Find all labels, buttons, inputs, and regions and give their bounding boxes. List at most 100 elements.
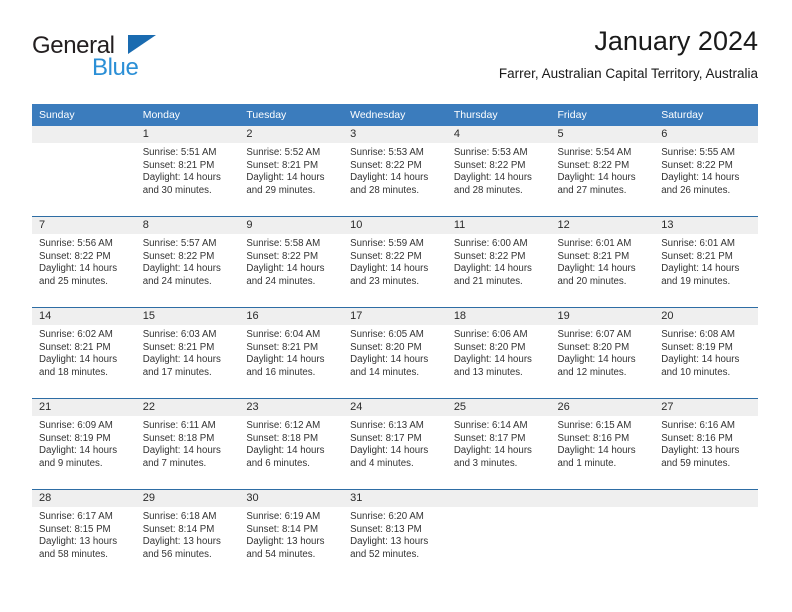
sunrise-text: Sunrise: 6:11 AM	[142, 420, 216, 431]
day-number: 9	[239, 217, 344, 234]
day-number: 4	[446, 126, 551, 143]
sunrise-text: Sunrise: 6:14 AM	[453, 420, 528, 431]
day-cell[interactable]: 3 Sunrise: 5:53 AM Sunset: 8:22 PM Dayli…	[343, 126, 447, 217]
day-cell[interactable]	[550, 489, 655, 580]
day-cell[interactable]: 10 Sunrise: 5:59 AM Sunset: 8:22 PM Dayl…	[343, 216, 447, 308]
daylight-text-line2: and 1 minute.	[557, 457, 617, 469]
day-cell[interactable]: 19 Sunrise: 6:07 AM Sunset: 8:20 PM Dayl…	[550, 307, 655, 399]
day-cell[interactable]: 26 Sunrise: 6:15 AM Sunset: 8:16 PM Dayl…	[550, 398, 655, 490]
sunrise-text: Sunrise: 6:16 AM	[661, 420, 735, 431]
day-details: Sunrise: 6:18 AM Sunset: 8:14 PM Dayligh…	[136, 507, 240, 561]
daylight-text-line2: and 28 minutes.	[350, 184, 420, 196]
daylight-text-line2: and 23 minutes.	[350, 275, 420, 287]
daylight-text-line2: and 59 minutes.	[661, 457, 731, 469]
day-cell[interactable]: 4 Sunrise: 5:53 AM Sunset: 8:22 PM Dayli…	[446, 126, 551, 217]
day-cell[interactable]: 12 Sunrise: 6:01 AM Sunset: 8:21 PM Dayl…	[550, 216, 655, 308]
day-cell[interactable]	[32, 126, 136, 217]
day-details: Sunrise: 6:04 AM Sunset: 8:21 PM Dayligh…	[239, 325, 343, 379]
day-cell[interactable]: 29 Sunrise: 6:18 AM Sunset: 8:14 PM Dayl…	[135, 489, 240, 580]
day-details: Sunrise: 6:02 AM Sunset: 8:21 PM Dayligh…	[32, 325, 136, 379]
page-header: General Blue January 2024 Farrer, Austra…	[32, 24, 758, 96]
day-details: Sunrise: 6:06 AM Sunset: 8:20 PM Dayligh…	[447, 325, 551, 379]
day-cell[interactable]: 9 Sunrise: 5:58 AM Sunset: 8:22 PM Dayli…	[239, 216, 344, 308]
daylight-text-line1: Daylight: 14 hours	[39, 445, 118, 457]
day-cell[interactable]: 2 Sunrise: 5:52 AM Sunset: 8:21 PM Dayli…	[239, 126, 344, 217]
daylight-text-line1: Daylight: 13 hours	[39, 536, 118, 548]
sunset-text: Sunset: 8:16 PM	[661, 432, 733, 444]
sunrise-text: Sunrise: 5:53 AM	[350, 147, 424, 158]
daylight-text-line2: and 29 minutes.	[246, 184, 316, 196]
day-cell[interactable]: 5 Sunrise: 5:54 AM Sunset: 8:22 PM Dayli…	[550, 126, 655, 217]
day-cell[interactable]: 21 Sunrise: 6:09 AM Sunset: 8:19 PM Dayl…	[32, 398, 136, 490]
day-cell[interactable]: 6 Sunrise: 5:55 AM Sunset: 8:22 PM Dayli…	[654, 126, 758, 217]
day-details: Sunrise: 5:53 AM Sunset: 8:22 PM Dayligh…	[343, 143, 447, 197]
daylight-text-line2: and 25 minutes.	[39, 275, 108, 287]
day-cell[interactable]	[654, 489, 758, 580]
daylight-text-line2: and 28 minutes.	[453, 184, 523, 196]
sunset-text: Sunset: 8:17 PM	[350, 432, 422, 444]
day-cell[interactable]: 7 Sunrise: 5:56 AM Sunset: 8:22 PM Dayli…	[32, 216, 136, 308]
day-cell[interactable]: 22 Sunrise: 6:11 AM Sunset: 8:18 PM Dayl…	[135, 398, 240, 490]
daylight-text-line1: Daylight: 14 hours	[557, 263, 636, 275]
daylight-text-line1: Daylight: 14 hours	[661, 354, 740, 366]
day-details	[447, 507, 551, 511]
sunset-text: Sunset: 8:21 PM	[142, 341, 215, 353]
day-cell[interactable]: 27 Sunrise: 6:16 AM Sunset: 8:16 PM Dayl…	[654, 398, 758, 490]
daylight-text-line2: and 24 minutes.	[142, 275, 212, 287]
sunrise-text: Sunrise: 5:56 AM	[39, 238, 113, 249]
daylight-text-line1: Daylight: 14 hours	[246, 445, 325, 457]
sunrise-text: Sunrise: 6:13 AM	[350, 420, 424, 431]
day-cell[interactable]: 23 Sunrise: 6:12 AM Sunset: 8:18 PM Dayl…	[239, 398, 344, 490]
sunrise-text: Sunrise: 6:19 AM	[246, 511, 321, 522]
day-number: 23	[239, 399, 344, 416]
day-number: 22	[135, 399, 240, 416]
day-number: 10	[343, 217, 447, 234]
day-cell[interactable]: 1 Sunrise: 5:51 AM Sunset: 8:21 PM Dayli…	[135, 126, 240, 217]
daylight-text-line1: Daylight: 14 hours	[39, 263, 118, 275]
day-cell[interactable]: 17 Sunrise: 6:05 AM Sunset: 8:20 PM Dayl…	[343, 307, 447, 399]
daylight-text-line2: and 27 minutes.	[557, 184, 627, 196]
day-cell[interactable]: 30 Sunrise: 6:19 AM Sunset: 8:14 PM Dayl…	[239, 489, 344, 580]
day-cell[interactable]: 24 Sunrise: 6:13 AM Sunset: 8:17 PM Dayl…	[343, 398, 447, 490]
day-cell[interactable]: 14 Sunrise: 6:02 AM Sunset: 8:21 PM Dayl…	[32, 307, 136, 399]
sunset-text: Sunset: 8:21 PM	[142, 159, 215, 171]
sunrise-text: Sunrise: 6:12 AM	[246, 420, 321, 431]
day-cell[interactable]: 31 Sunrise: 6:20 AM Sunset: 8:13 PM Dayl…	[343, 489, 447, 580]
day-cell[interactable]: 13 Sunrise: 6:01 AM Sunset: 8:21 PM Dayl…	[654, 216, 758, 308]
day-cell[interactable]: 18 Sunrise: 6:06 AM Sunset: 8:20 PM Dayl…	[446, 307, 551, 399]
day-cell[interactable]: 28 Sunrise: 6:17 AM Sunset: 8:15 PM Dayl…	[32, 489, 136, 580]
day-cell[interactable]: 25 Sunrise: 6:14 AM Sunset: 8:17 PM Dayl…	[446, 398, 551, 490]
daylight-text-line1: Daylight: 14 hours	[557, 354, 636, 366]
sunset-text: Sunset: 8:14 PM	[142, 523, 215, 535]
day-number: 13	[654, 217, 758, 234]
sunrise-text: Sunrise: 6:03 AM	[142, 329, 217, 340]
day-number: 28	[32, 490, 136, 507]
day-number: 25	[446, 399, 551, 416]
daylight-text-line2: and 19 minutes.	[661, 275, 731, 287]
day-cell[interactable]: 8 Sunrise: 5:57 AM Sunset: 8:22 PM Dayli…	[135, 216, 240, 308]
day-cell[interactable]: 20 Sunrise: 6:08 AM Sunset: 8:19 PM Dayl…	[654, 307, 758, 399]
day-cell[interactable]	[446, 489, 551, 580]
day-details: Sunrise: 5:55 AM Sunset: 8:22 PM Dayligh…	[654, 143, 758, 197]
day-number: 6	[654, 126, 758, 143]
week-row: 1 Sunrise: 5:51 AM Sunset: 8:21 PM Dayli…	[32, 126, 758, 217]
day-cell[interactable]: 16 Sunrise: 6:04 AM Sunset: 8:21 PM Dayl…	[239, 307, 344, 399]
sunrise-text: Sunrise: 6:18 AM	[142, 511, 217, 522]
day-cell[interactable]: 15 Sunrise: 6:03 AM Sunset: 8:21 PM Dayl…	[135, 307, 240, 399]
daylight-text-line1: Daylight: 14 hours	[557, 445, 636, 457]
sunrise-text: Sunrise: 6:00 AM	[453, 238, 528, 249]
sunrise-text: Sunrise: 5:54 AM	[557, 147, 632, 158]
day-details: Sunrise: 5:58 AM Sunset: 8:22 PM Dayligh…	[239, 234, 343, 288]
daylight-text-line1: Daylight: 14 hours	[453, 354, 532, 366]
day-cell[interactable]: 11 Sunrise: 6:00 AM Sunset: 8:22 PM Dayl…	[446, 216, 551, 308]
sunset-text: Sunset: 8:21 PM	[661, 250, 733, 262]
daylight-text-line1: Daylight: 14 hours	[39, 354, 118, 366]
daylight-text-line1: Daylight: 13 hours	[142, 536, 221, 548]
day-details: Sunrise: 6:12 AM Sunset: 8:18 PM Dayligh…	[239, 416, 343, 470]
day-number: 20	[654, 308, 758, 325]
daylight-text-line1: Daylight: 14 hours	[453, 172, 532, 184]
month-calendar: Sunday Monday Tuesday Wednesday Thursday…	[32, 104, 758, 580]
day-details	[654, 507, 758, 511]
daylight-text-line1: Daylight: 14 hours	[453, 445, 532, 457]
weekday-header-monday: Monday	[135, 104, 240, 126]
